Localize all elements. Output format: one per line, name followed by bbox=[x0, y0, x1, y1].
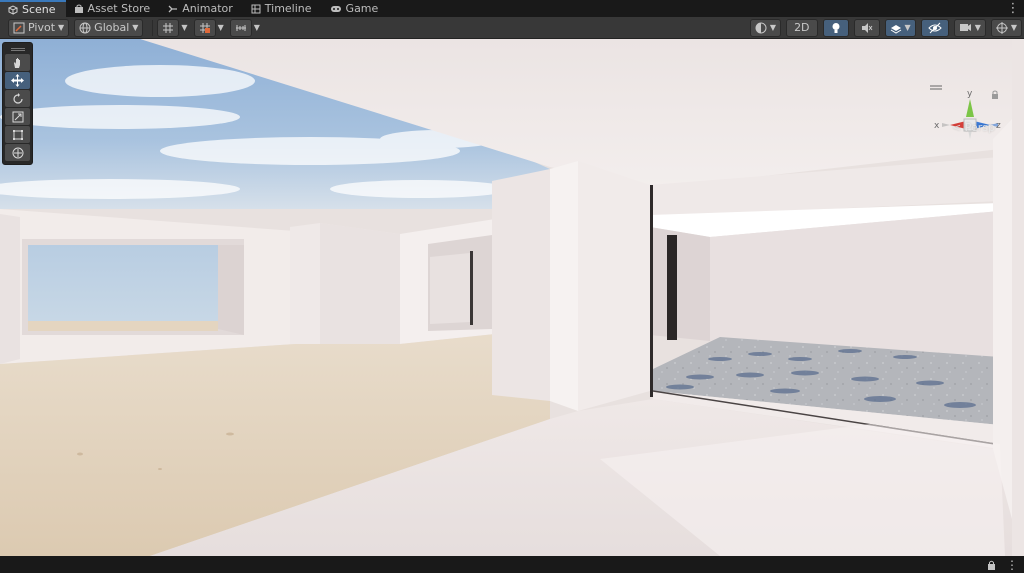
chevron-down-icon: ▼ bbox=[58, 23, 65, 32]
increment-snap-button[interactable] bbox=[193, 18, 216, 37]
scene-render[interactable] bbox=[0, 39, 1024, 556]
eye-hidden-icon bbox=[927, 22, 942, 33]
speaker-muted-icon bbox=[861, 22, 872, 33]
animator-icon bbox=[168, 5, 178, 12]
status-bar: ⋮ bbox=[0, 556, 1024, 573]
chevron-down-icon[interactable]: ▼ bbox=[254, 23, 260, 32]
palette-drag-handle[interactable] bbox=[5, 45, 30, 53]
gizmo-y-axis[interactable] bbox=[966, 99, 974, 117]
scale-icon bbox=[12, 111, 23, 122]
projection-toggle[interactable]: < Persp bbox=[952, 121, 995, 134]
tab-animator[interactable]: Animator bbox=[160, 0, 243, 17]
tab-timeline[interactable]: Timeline bbox=[243, 0, 322, 17]
scene-toolbar: Pivot ▼ Global ▼ ▼ ▼ ▼ ▼ 2D ▼ ▼ ▼ bbox=[0, 17, 1024, 39]
gizmo-y-label: y bbox=[967, 89, 973, 99]
projection-label: Persp bbox=[964, 121, 995, 134]
chevron-down-icon: ▼ bbox=[132, 23, 139, 32]
bag-icon bbox=[74, 4, 83, 13]
lightbulb-icon bbox=[832, 22, 840, 33]
toggle-2d-button[interactable]: 2D bbox=[786, 18, 818, 37]
tab-label: Asset Store bbox=[87, 2, 151, 15]
move-arrows-icon bbox=[11, 74, 24, 87]
globe-icon bbox=[79, 22, 91, 33]
effects-dropdown[interactable]: ▼ bbox=[884, 18, 916, 37]
toolbar-divider bbox=[152, 19, 154, 36]
ruler-button[interactable] bbox=[229, 18, 252, 37]
gamepad-icon bbox=[330, 5, 341, 12]
scale-tool-button[interactable] bbox=[5, 108, 30, 125]
toggle-2d-label: 2D bbox=[794, 21, 810, 34]
tab-label: Scene bbox=[22, 3, 56, 16]
scene-viewport[interactable]: y x z < Persp bbox=[0, 39, 1024, 556]
global-dropdown[interactable]: Global ▼ bbox=[74, 18, 144, 37]
shading-mode-dropdown[interactable]: ▼ bbox=[749, 18, 782, 37]
gizmo-x-label: x bbox=[934, 121, 940, 131]
hand-tool-button[interactable] bbox=[5, 54, 30, 71]
layers-icon bbox=[890, 24, 901, 34]
move-tool-button[interactable] bbox=[5, 72, 30, 89]
pivot-label: Pivot bbox=[28, 21, 56, 34]
gizmo-crosshair-icon bbox=[995, 21, 1008, 34]
pivot-dropdown[interactable]: Pivot ▼ bbox=[8, 18, 70, 37]
rotate-icon bbox=[12, 92, 23, 104]
gizmo-z-label: z bbox=[996, 121, 1001, 131]
editor-tab-bar: Scene Asset Store Animator Timeline Game… bbox=[0, 0, 1024, 17]
tab-game[interactable]: Game bbox=[322, 0, 389, 17]
increment-snap-icon bbox=[199, 22, 210, 33]
lock-icon[interactable] bbox=[987, 560, 996, 570]
more-options-icon[interactable]: ⋮ bbox=[1002, 0, 1024, 17]
ruler-icon bbox=[235, 24, 246, 31]
tab-label: Timeline bbox=[264, 2, 312, 15]
lighting-toggle[interactable] bbox=[822, 18, 849, 37]
rect-tool-button[interactable] bbox=[5, 126, 30, 143]
transform-tool-button[interactable] bbox=[5, 144, 30, 161]
scene-icon bbox=[8, 4, 18, 15]
tool-palette bbox=[2, 42, 33, 165]
tab-asset-store[interactable]: Asset Store bbox=[66, 0, 161, 17]
global-label: Global bbox=[94, 21, 130, 34]
camera-dropdown[interactable]: ▼ bbox=[953, 18, 986, 37]
rect-transform-icon bbox=[12, 129, 23, 140]
grid-snap-icon bbox=[163, 22, 174, 33]
unity-scene-window: Scene Asset Store Animator Timeline Game… bbox=[0, 0, 1024, 573]
timeline-icon bbox=[251, 4, 261, 13]
audio-toggle[interactable] bbox=[853, 18, 880, 37]
scene-visibility-toggle[interactable] bbox=[920, 18, 949, 37]
chevron-down-icon: ▼ bbox=[1010, 23, 1017, 32]
chevron-down-icon: ▼ bbox=[769, 23, 777, 32]
more-options-icon[interactable]: ⋮ bbox=[1006, 558, 1018, 572]
lock-icon[interactable] bbox=[992, 90, 998, 99]
transform-icon bbox=[12, 147, 23, 158]
camera-icon bbox=[959, 24, 971, 31]
tab-label: Game bbox=[345, 2, 379, 15]
tab-scene[interactable]: Scene bbox=[0, 0, 66, 17]
gizmos-dropdown[interactable]: ▼ bbox=[990, 18, 1022, 37]
chevron-down-icon[interactable]: ▼ bbox=[181, 23, 187, 32]
chevron-down-icon[interactable]: ▼ bbox=[218, 23, 224, 32]
chevron-down-icon: ▼ bbox=[974, 23, 981, 32]
gizmo-menu-icon[interactable] bbox=[930, 85, 942, 90]
pivot-icon bbox=[13, 22, 25, 33]
rotate-tool-button[interactable] bbox=[5, 90, 30, 107]
chevron-down-icon: ▼ bbox=[904, 23, 911, 32]
shading-sphere-icon bbox=[755, 22, 767, 33]
hand-icon bbox=[13, 57, 20, 68]
tab-label: Animator bbox=[182, 2, 233, 15]
grid-snapping-button[interactable] bbox=[157, 18, 180, 37]
